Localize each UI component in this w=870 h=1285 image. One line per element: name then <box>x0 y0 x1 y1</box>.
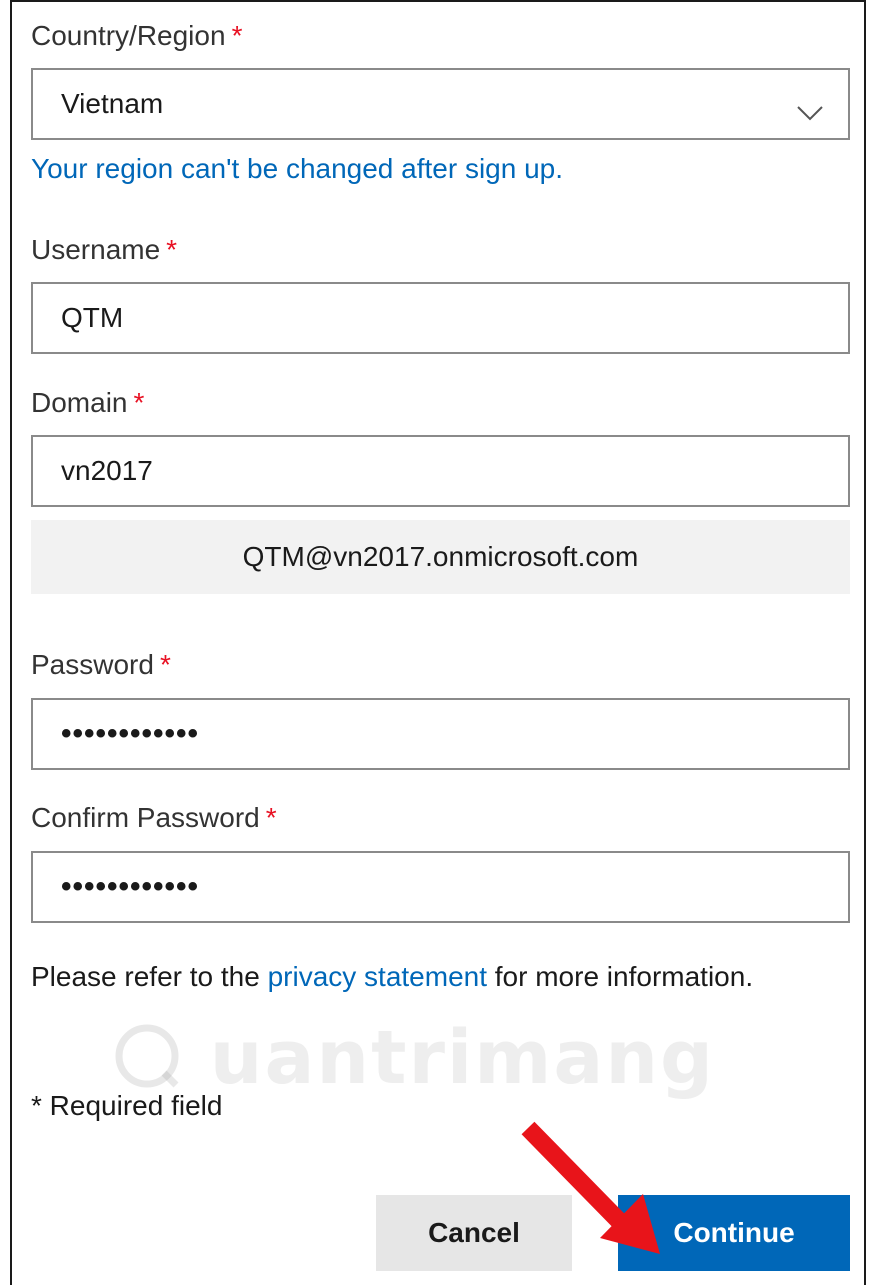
password-label: Password * <box>31 651 171 679</box>
continue-button-label: Continue <box>673 1217 795 1248</box>
email-preview: QTM@vn2017.onmicrosoft.com <box>31 520 850 594</box>
password-masked-value: •••••••••••• <box>61 717 200 750</box>
email-preview-text: QTM@vn2017.onmicrosoft.com <box>242 541 639 572</box>
required-asterisk: * <box>265 802 277 833</box>
domain-label: Domain * <box>31 389 144 417</box>
country-label-text: Country/Region <box>31 20 226 51</box>
domain-input-value: vn2017 <box>61 455 153 486</box>
watermark-text: uantrimang <box>209 1015 715 1101</box>
username-input-value: QTM <box>61 302 124 333</box>
continue-button[interactable]: Continue <box>618 1195 850 1271</box>
required-field-note: * Required field <box>31 1090 223 1121</box>
domain-label-text: Domain <box>31 387 128 418</box>
country-select[interactable]: Vietnam <box>31 68 850 140</box>
required-asterisk: * <box>231 20 243 51</box>
password-input[interactable]: •••••••••••• <box>31 698 850 770</box>
country-label: Country/Region * <box>31 22 242 50</box>
username-label: Username * <box>31 236 177 264</box>
confirm-password-label-text: Confirm Password <box>31 802 260 833</box>
privacy-statement-link[interactable]: privacy statement <box>268 961 487 992</box>
cancel-button[interactable]: Cancel <box>376 1195 572 1271</box>
privacy-text: Please refer to the privacy statement fo… <box>31 955 791 999</box>
domain-input[interactable]: vn2017 <box>31 435 850 507</box>
privacy-text-before: Please refer to the <box>31 961 268 992</box>
confirm-password-input[interactable]: •••••••••••• <box>31 851 850 923</box>
required-asterisk: * <box>166 234 178 265</box>
confirm-password-masked-value: •••••••••••• <box>61 870 200 903</box>
country-select-value: Vietnam <box>61 88 164 119</box>
cancel-button-label: Cancel <box>428 1217 520 1248</box>
watermark-logo-icon <box>112 1015 210 1101</box>
required-asterisk: * <box>133 387 145 418</box>
privacy-text-after: for more information. <box>487 961 754 992</box>
password-label-text: Password <box>31 649 154 680</box>
chevron-down-icon <box>796 96 824 128</box>
username-label-text: Username <box>31 234 161 265</box>
required-asterisk: * <box>159 649 171 680</box>
username-input[interactable]: QTM <box>31 282 850 354</box>
region-hint: Your region can't be changed after sign … <box>31 153 564 184</box>
confirm-password-label: Confirm Password * <box>31 804 277 832</box>
watermark: uantrimang <box>112 1015 715 1101</box>
